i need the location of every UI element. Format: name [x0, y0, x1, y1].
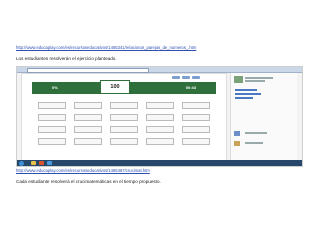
answer-cell — [74, 114, 102, 121]
resource-link-top[interactable]: http://www.educaplay.com/es/recursoseduc… — [16, 45, 196, 50]
answer-cell — [38, 138, 66, 145]
answer-cell — [110, 114, 138, 121]
answer-cell — [182, 114, 210, 121]
folder-icon — [31, 161, 36, 165]
sidebar-text-line — [245, 77, 273, 79]
answer-cell — [110, 138, 138, 145]
media-player-icon — [39, 161, 44, 165]
answer-cell — [74, 138, 102, 145]
score-left: 0% — [52, 84, 58, 90]
answer-cell — [38, 114, 66, 121]
answer-cell — [38, 102, 66, 109]
page-nav-button — [172, 76, 180, 79]
score-right: 00:43 — [185, 84, 196, 90]
sidebar-text-line — [245, 80, 265, 82]
sidebar-link — [235, 93, 261, 95]
caption-bottom: Cada estudiante resolverá el crucimatemá… — [16, 179, 161, 184]
answer-cell — [146, 114, 174, 121]
sidebar — [230, 73, 297, 161]
browser-icon — [47, 161, 52, 165]
answer-cell — [74, 126, 102, 133]
sidebar-link — [235, 89, 257, 91]
answer-cell — [110, 102, 138, 109]
sidebar-link — [235, 97, 253, 99]
answer-cell — [146, 126, 174, 133]
author-avatar — [234, 76, 243, 83]
caption-top: Los estudiantes resolverán el ejercicio … — [16, 56, 117, 61]
page-nav-button — [182, 76, 190, 79]
related-thumbnail — [234, 141, 240, 146]
related-thumbnail — [234, 131, 240, 136]
sidebar-text-line — [245, 132, 267, 134]
resource-link-bottom[interactable]: http://www.educaplay.com/es/recursoseduc… — [16, 168, 150, 173]
answer-cell — [74, 102, 102, 109]
answer-cell — [146, 102, 174, 109]
answer-cell — [38, 126, 66, 133]
browser-address-bar — [27, 68, 149, 73]
answer-cell — [182, 138, 210, 145]
embedded-screenshot: 0% 100 00:43 — [16, 66, 303, 167]
sidebar-text-line — [245, 142, 263, 144]
activity-page: 0% 100 00:43 — [21, 73, 227, 163]
page-nav-button — [192, 76, 200, 79]
answer-cell — [182, 126, 210, 133]
score-center: 100 — [100, 80, 130, 94]
answer-cell — [182, 102, 210, 109]
answer-cell — [146, 138, 174, 145]
start-button-icon — [19, 160, 24, 166]
score-bar: 0% 100 00:43 — [32, 80, 216, 94]
answer-cell — [110, 126, 138, 133]
taskbar — [17, 160, 302, 166]
